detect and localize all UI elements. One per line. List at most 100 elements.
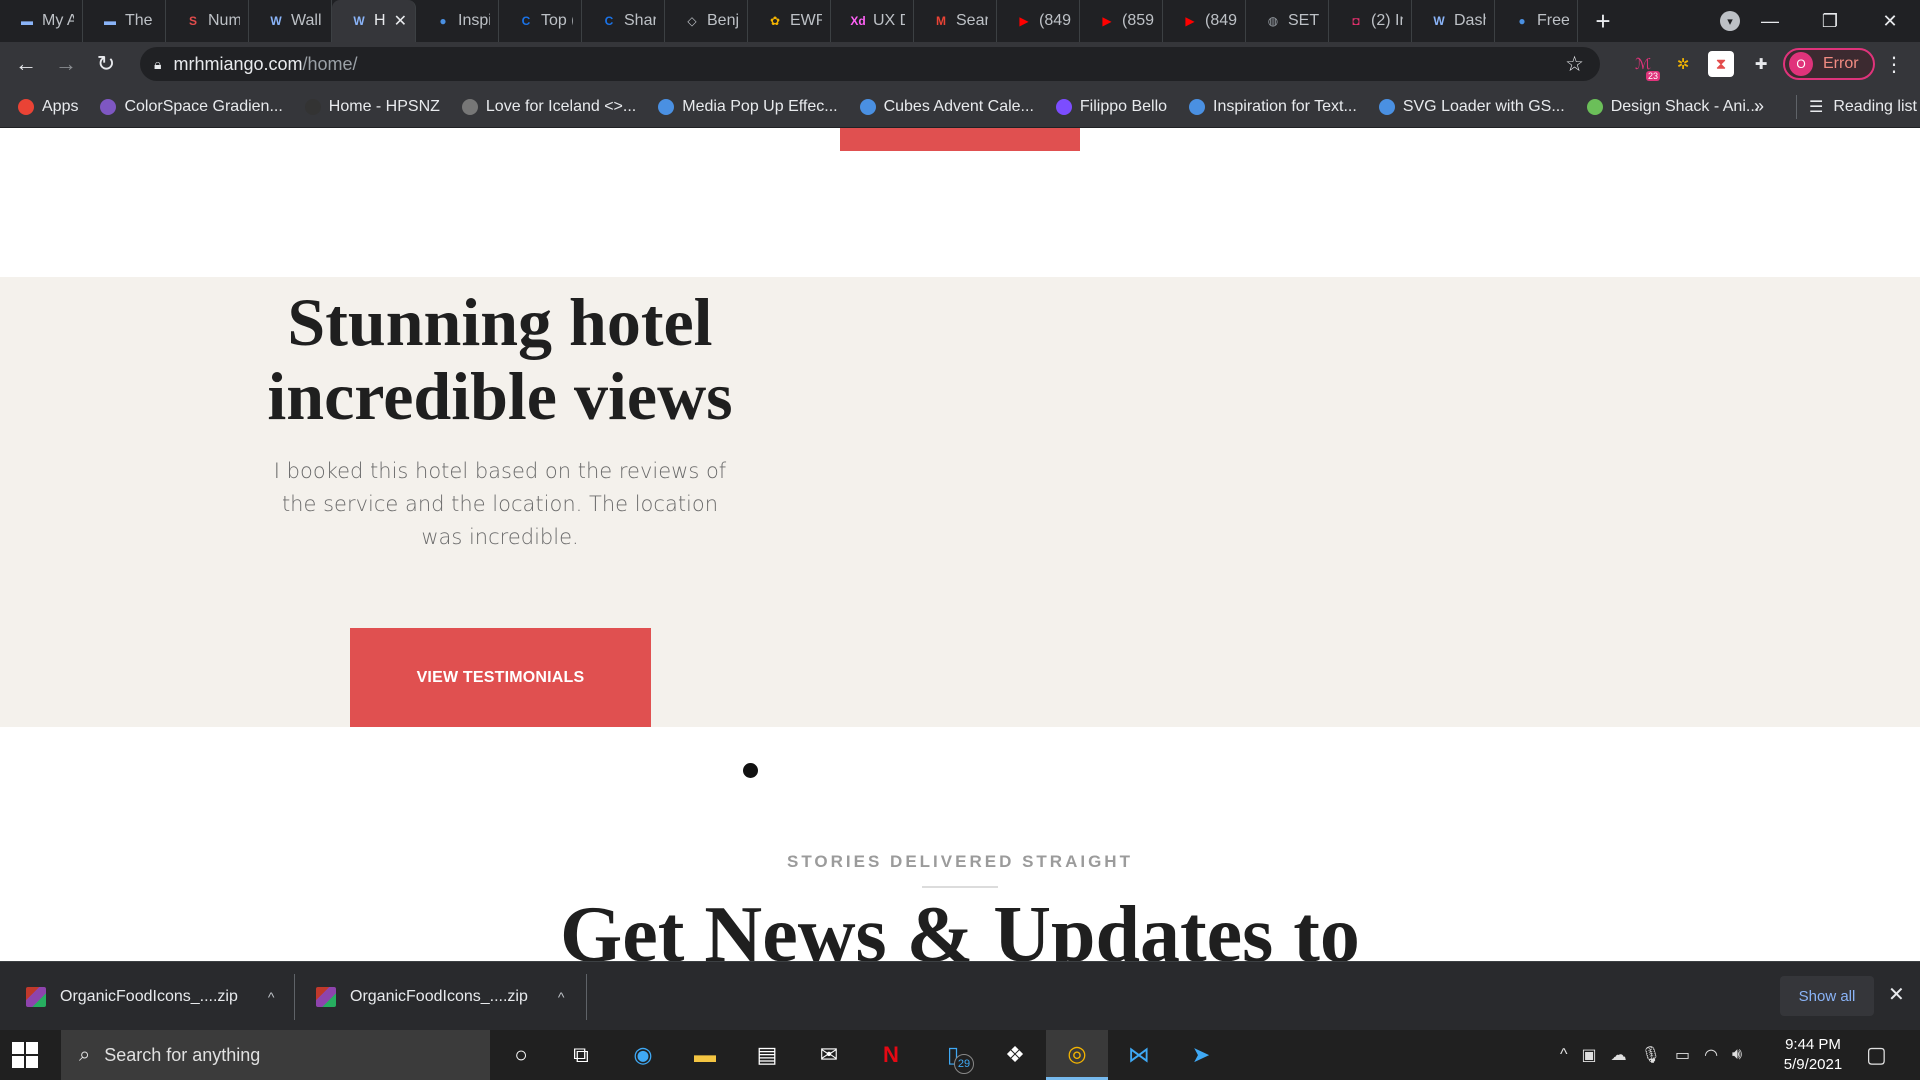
- testimonial-section: Stunning hotel incredible views I booked…: [0, 277, 1920, 727]
- drop-icon: [1378, 98, 1395, 115]
- cortana-icon[interactable]: ○: [490, 1030, 552, 1080]
- bookmark-item[interactable]: ColorSpace Gradien...: [100, 98, 283, 116]
- wallpaper-icon: W: [270, 14, 282, 28]
- close-shelf-icon[interactable]: ✕: [1888, 982, 1905, 1007]
- notification-badge: 29: [954, 1054, 974, 1074]
- tab-15[interactable]: ◍ SET (: [1246, 0, 1329, 42]
- tab-search-icon[interactable]: ▾: [1720, 11, 1740, 31]
- volume-icon[interactable]: 🔊︎: [1732, 1046, 1742, 1064]
- color-picker-extension-icon[interactable]: ✲: [1670, 51, 1696, 77]
- tab-2[interactable]: S Num: [166, 0, 249, 42]
- tab-10[interactable]: Xd UX D: [831, 0, 914, 42]
- bookmark-item[interactable]: Inspiration for Text...: [1189, 98, 1357, 116]
- more-bookmarks-button[interactable]: »: [1754, 96, 1764, 117]
- close-window-icon[interactable]: ✕: [1860, 11, 1920, 32]
- chrome-icon[interactable]: ◎: [1046, 1030, 1108, 1080]
- bookmark-item[interactable]: Filippo Bello: [1055, 98, 1167, 116]
- windows-start-icon[interactable]: [12, 1042, 38, 1068]
- minimize-icon[interactable]: —: [1740, 11, 1800, 32]
- tab-6[interactable]: C Top (: [499, 0, 582, 42]
- new-tab-button[interactable]: +: [1578, 6, 1628, 37]
- store-icon[interactable]: ▤: [736, 1030, 798, 1080]
- tab-17[interactable]: W Dash: [1412, 0, 1495, 42]
- bookmark-label: Inspiration for Text...: [1213, 97, 1357, 115]
- tab-0[interactable]: ▬ My A: [0, 0, 83, 42]
- mail-icon[interactable]: ✉: [798, 1030, 860, 1080]
- wifi-icon[interactable]: ◠: [1704, 1045, 1718, 1065]
- taskbar-search-box[interactable]: ⌕ Search for anything: [61, 1030, 490, 1080]
- timer-extension-icon[interactable]: ⧗: [1708, 51, 1734, 77]
- profile-button[interactable]: O Error: [1783, 48, 1875, 80]
- task-view-icon[interactable]: ⧉: [550, 1030, 612, 1080]
- browser-menu-icon[interactable]: ⋮: [1884, 52, 1904, 77]
- tab-9[interactable]: ✿ EWP: [748, 0, 831, 42]
- bookmark-item[interactable]: Love for Iceland <>...: [461, 97, 637, 116]
- show-all-downloads-button[interactable]: Show all: [1780, 976, 1874, 1016]
- extensions-puzzle-icon[interactable]: ✚: [1748, 51, 1774, 77]
- download-item[interactable]: OrganicFoodIcons_....zip ^: [290, 962, 564, 1031]
- bookmark-item[interactable]: Design Shack - Ani...: [1586, 98, 1759, 116]
- tab-18[interactable]: ● Freel: [1495, 0, 1578, 42]
- chevron-up-icon[interactable]: ^: [1560, 1046, 1568, 1064]
- divider: [586, 974, 587, 1020]
- telegram-icon[interactable]: ➤: [1170, 1030, 1232, 1080]
- bookmark-label: Love for Iceland <>...: [485, 97, 637, 115]
- reload-icon[interactable]: ↻: [86, 51, 126, 77]
- download-shelf: OrganicFoodIcons_....zip ^ OrganicFoodIc…: [0, 961, 1920, 1030]
- microphone-icon[interactable]: 🎙︎: [1641, 1045, 1661, 1065]
- tab-11[interactable]: M Searc: [914, 0, 997, 42]
- tab-label: Share: [624, 12, 656, 29]
- tab-label: SET (: [1288, 12, 1320, 29]
- tab-5[interactable]: ● Inspi: [416, 0, 499, 42]
- chevron-up-icon[interactable]: ^: [268, 989, 275, 1005]
- tab-12[interactable]: ▶ (849): [997, 0, 1080, 42]
- phone-app-icon[interactable]: ▯ 29: [922, 1030, 984, 1080]
- back-arrow-icon[interactable]: ←: [6, 51, 46, 77]
- lock-icon[interactable]: 🔒︎: [154, 56, 161, 73]
- file-explorer-icon[interactable]: ▬: [674, 1030, 736, 1080]
- drop-icon: [658, 98, 675, 115]
- cropped-red-button[interactable]: [840, 128, 1080, 151]
- download-item[interactable]: OrganicFoodIcons_....zip ^: [0, 962, 274, 1031]
- dropbox-icon[interactable]: ❖: [984, 1030, 1046, 1080]
- reading-list-button[interactable]: ☰ Reading list: [1796, 95, 1917, 119]
- onedrive-icon[interactable]: ☁: [1611, 1045, 1627, 1065]
- bookmark-item[interactable]: Cubes Advent Cale...: [859, 98, 1034, 116]
- vscode-icon[interactable]: ⋈: [1108, 1030, 1170, 1080]
- tab-16[interactable]: ◘ (2) In: [1329, 0, 1412, 42]
- action-center-icon[interactable]: ▢: [1866, 1042, 1887, 1068]
- url-path: /home/: [302, 53, 358, 74]
- forward-arrow-icon[interactable]: →: [46, 51, 86, 77]
- view-testimonials-button[interactable]: VIEW TESTIMONIALS: [350, 628, 651, 727]
- close-tab-icon[interactable]: ✕: [394, 11, 407, 31]
- bookmark-item[interactable]: Media Pop Up Effec...: [658, 98, 838, 116]
- tab-label: Wall: [291, 12, 322, 29]
- address-bar[interactable]: 🔒︎ mrhmiango.com/home/ ☆: [140, 47, 1600, 81]
- tab-1[interactable]: ▬ The I: [83, 0, 166, 42]
- tab-8[interactable]: ◇ Benja: [665, 0, 748, 42]
- reading-list-icon: ☰: [1809, 99, 1824, 116]
- restore-icon[interactable]: ❐: [1800, 11, 1860, 32]
- extension-badge-icon[interactable]: ℳ 23: [1630, 51, 1660, 81]
- tab-3[interactable]: W Wall: [249, 0, 332, 42]
- edge-icon[interactable]: ◉: [612, 1030, 674, 1080]
- bookmark-item[interactable]: Home - HPSNZ: [304, 98, 440, 116]
- tab-4[interactable]: W H ✕: [332, 0, 416, 42]
- tab-13[interactable]: ▶ (859): [1080, 0, 1163, 42]
- system-clock[interactable]: 9:44 PM 5/9/2021: [1768, 1035, 1858, 1075]
- slider-dot[interactable]: [743, 763, 758, 778]
- bookmark-star-icon[interactable]: ☆: [1565, 52, 1584, 77]
- download-filename: OrganicFoodIcons_....zip: [60, 987, 238, 1005]
- instagram-icon: ◘: [1352, 14, 1360, 28]
- drop-icon: [1189, 98, 1206, 115]
- chevron-up-icon[interactable]: ^: [558, 989, 565, 1005]
- tab-14[interactable]: ▶ (849): [1163, 0, 1246, 42]
- designshack-icon: [1586, 98, 1603, 115]
- bookmark-item[interactable]: SVG Loader with GS...: [1378, 98, 1565, 116]
- tab-7[interactable]: C Share: [582, 0, 665, 42]
- battery-icon[interactable]: ▭: [1675, 1045, 1690, 1065]
- netflix-icon[interactable]: N: [860, 1030, 922, 1080]
- tab-label: Freel: [1537, 12, 1569, 29]
- bookmark-item[interactable]: Apps: [18, 98, 78, 116]
- meet-now-icon[interactable]: ▣: [1582, 1045, 1597, 1065]
